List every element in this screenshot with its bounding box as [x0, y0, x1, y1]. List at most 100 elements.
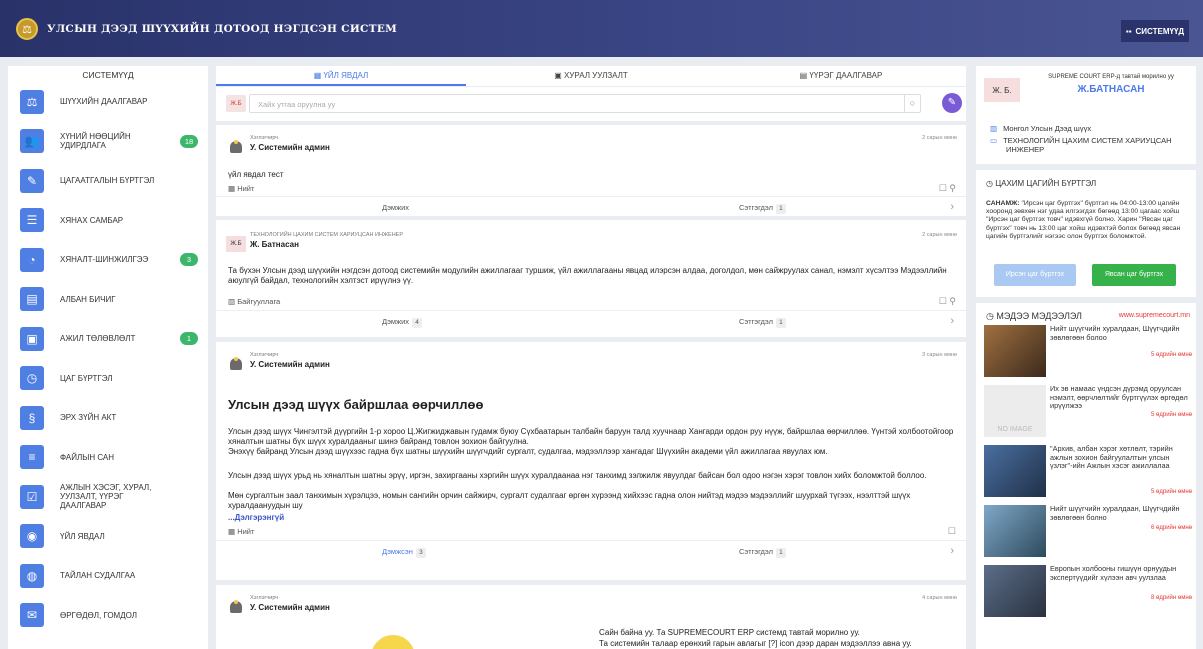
sidebar-item[interactable]: ✉ ӨРГӨДӨЛ, ГОМДОЛ	[8, 596, 208, 636]
table-icon: ▦	[228, 184, 236, 193]
sidebar-item[interactable]: ☑ АЖЛЫН ХЭСЭГ, ХУРАЛ, УУЛЗАЛТ, ҮҮРЭГ ДААЛ…	[8, 477, 208, 517]
search-input[interactable]: Хайх утгаа оруулна уу	[249, 94, 921, 113]
check-in-button[interactable]: Ирсэн цаг бүртгэх	[994, 264, 1076, 286]
profile-avatar: Ж. Б.	[984, 78, 1020, 102]
sidebar-item[interactable]: 👥 ХҮНИЙ НӨӨЦИЙН УДИРДЛАГА 18	[8, 122, 208, 162]
attendance-notice: САНАМЖ: "Ирсэн цаг бүртгэх" бүртгэл нь 0…	[986, 200, 1192, 241]
sidebar-item[interactable]: ▤ АЛБАН БИЧИГ	[8, 280, 208, 320]
chevron-right-icon[interactable]: ›	[950, 545, 954, 557]
like-button[interactable]: Дэмжсэн 3	[382, 547, 426, 558]
edit-icon[interactable]: ☐	[939, 296, 947, 306]
app-title: УЛСЫН ДЭЭД ШҮҮХИЙН ДОТООД НЭГДСЭН СИСТЕМ	[47, 23, 398, 35]
news-item-time: 5 өдрийн өмнө	[1151, 352, 1192, 358]
like-label: Дэмжих	[382, 203, 410, 212]
sidebar-item-label: АЖИЛ ТӨЛӨВЛӨЛТ	[60, 334, 136, 344]
clock-icon: ◷	[986, 311, 997, 321]
profile-name: Ж.БАТНАСАН	[1077, 84, 1145, 95]
like-button[interactable]: Дэмжих 4	[382, 317, 423, 328]
sidebar-item[interactable]: § ЭРХ ЗҮЙН АКТ	[8, 398, 208, 438]
post-heading: Улсын дээд шүүх байршлаа өөрчиллөө	[228, 397, 484, 412]
post-audience-label: Нийт	[237, 184, 255, 193]
chevron-right-icon[interactable]: ›	[950, 201, 954, 213]
profile-org-label: Монгол Улсын Дээд шүүх	[1003, 124, 1092, 133]
news-item[interactable]: Нийт шүүгчийн хуралдаан, Шүүгчдийн зөвлө…	[984, 504, 1192, 560]
sidebar-item-label: ТАЙЛАН СУДАЛГАА	[60, 571, 136, 581]
sidebar-item-label: ӨРГӨДӨЛ, ГОМДОЛ	[60, 610, 138, 620]
attendance-title-label: ЦАХИМ ЦАГИЙН БҮРТГЭЛ	[995, 179, 1097, 188]
welcome-line: Та системийн талаар ерөнхий гарын авлагы…	[599, 639, 912, 648]
sidebar-item[interactable]: ◔ ХЯНАЛТ-ШИНЖИЛГЭЭ 3	[8, 240, 208, 280]
sidebar-item-label: ШҮҮХИЙН ДААЛГАВАР	[60, 97, 148, 107]
news-item[interactable]: Нийт шүүгчийн хуралдаан, Шүүгчдийн зөвлө…	[984, 324, 1192, 380]
sidebar-item[interactable]: ☰ ХЯНАХ САМБАР	[8, 201, 208, 241]
sidebar-item[interactable]: ◍ ТАЙЛАН СУДАЛГАА	[8, 556, 208, 596]
like-button[interactable]: Дэмжих	[382, 203, 409, 212]
edit-icon[interactable]: ☐	[948, 526, 956, 536]
sidebar-item-label: ЦАГААТГАЛЫН БҮРТГЭЛ	[60, 176, 155, 186]
notice-label: САНАМЖ:	[986, 200, 1020, 207]
sidebar-item[interactable]: ≡ ФАЙЛЫН САН	[8, 438, 208, 478]
pin-icon[interactable]: ⚲	[949, 183, 956, 193]
comment-count: 1	[775, 318, 786, 328]
chevron-right-icon[interactable]: ›	[950, 315, 954, 327]
notification-badge: 18	[180, 134, 198, 148]
sidebar-item-label: ФАЙЛЫН САН	[60, 452, 115, 462]
tab-meetings-label: ХУРАЛ УУЛЗАЛТ	[563, 71, 628, 80]
new-post-pencil-icon[interactable]: ✎	[942, 93, 962, 113]
news-item-time: 5 өдрийн өмнө	[1151, 412, 1192, 418]
post-actions[interactable]: ☐	[948, 526, 956, 537]
comment-button[interactable]: Сэтгэгдэл 1	[739, 547, 786, 558]
welcome-line: Сайн байна уу. Та SUPREMECOURT ERP систе…	[599, 628, 860, 637]
sidebar-item[interactable]: ⚖ ШҮҮХИЙН ДААЛГАВАР	[8, 82, 208, 122]
author-avatar	[226, 137, 246, 153]
tab-events[interactable]: ▦ ҮЙЛ ЯВДАЛ	[216, 66, 466, 86]
sidebar-item[interactable]: ▣ АЖИЛ ТӨЛӨВЛӨЛТ 1	[8, 319, 208, 359]
like-label: Дэмжсэн	[382, 547, 413, 556]
sidebar-item[interactable]: ✎ ЦАГААТГАЛЫН БҮРТГЭЛ	[8, 161, 208, 201]
monitoring-icon: ◔	[20, 247, 44, 272]
news-item-title: Нийт шүүгчийн хуралдаан, Шүүгчдийн зөвлө…	[1050, 324, 1180, 342]
post-text: Та бүхэн Улсын дээд шүүхийн нэгдсэн дото…	[228, 266, 947, 285]
read-more-link[interactable]: ...Дэлгэрэнгүй	[228, 513, 284, 523]
post-time: 2 сарын өмнө	[922, 135, 957, 141]
building-icon: ▥	[228, 297, 236, 306]
sidebar-item-label: ХҮНИЙ НӨӨЦИЙН УДИРДЛАГА	[60, 132, 131, 151]
sidebar-item[interactable]: ◉ ҮЙЛ ЯВДАЛ	[8, 517, 208, 557]
comment-button[interactable]: Сэтгэгдэл 1	[739, 203, 786, 214]
people-icon: 👥	[20, 129, 44, 154]
news-item[interactable]: NO IMAGE Их эв намаас үндсэн дүрэмд оруу…	[984, 384, 1192, 440]
check-out-button[interactable]: Явсан цаг бүртгэх	[1092, 264, 1176, 286]
news-title: ◷ МЭДЭЭ МЭДЭЭЛЭЛ	[986, 311, 1082, 322]
post-actions[interactable]: ☐ ⚲	[939, 183, 956, 194]
comment-button[interactable]: Сэтгэгдэл 1	[739, 317, 786, 328]
news-item[interactable]: "Архив, албан хэрэг хөтлөлт, тэрийн ажлы…	[984, 444, 1192, 500]
author-name: У. Системийн админ	[250, 603, 330, 612]
news-card: ◷ МЭДЭЭ МЭДЭЭЛЭЛ www.supremecourt.mn Ний…	[976, 303, 1196, 649]
post-card: Хэглэгчирч У. Системийн админ 2 сарын өм…	[216, 125, 966, 216]
tab-tasks[interactable]: ▤ ҮҮРЭГ ДААЛГАВАР	[716, 66, 966, 86]
systems-button-label: СИСТЕМҮҮД	[1135, 26, 1185, 36]
notification-badge: 3	[180, 253, 198, 267]
sidebar-item-label: АЛБАН БИЧИГ	[60, 294, 116, 304]
sidebar-item-label: ХЯНАХ САМБАР	[60, 215, 124, 225]
comment-label: Сэтгэгдэл	[739, 317, 773, 326]
news-item[interactable]: Европын холбооны гишүүн орнуудын эксперт…	[984, 564, 1192, 620]
complaint-icon: ✉	[20, 603, 44, 628]
task-icon: ▤	[799, 71, 810, 80]
tab-tasks-label: ҮҮРЭГ ДААЛГАВАР	[809, 71, 883, 80]
pin-icon[interactable]: ⚲	[949, 296, 956, 306]
post-search-bar: Ж.Б Хайх утгаа оруулна уу ○ ✎	[216, 87, 966, 121]
edit-icon[interactable]: ☐	[939, 183, 947, 193]
news-site-link[interactable]: www.supremecourt.mn	[1119, 312, 1190, 319]
post-actions[interactable]: ☐ ⚲	[939, 296, 956, 307]
like-label: Дэмжих	[382, 317, 410, 326]
author-role: ТЕХНОЛОГИЙН ЦАХИМ СИСТЕМ ХАРИУЦСАН ИНЖЕН…	[250, 232, 403, 238]
systems-button[interactable]: ▪▪ СИСТЕМҮҮД	[1121, 20, 1189, 42]
edit-doc-icon: ✎	[20, 168, 44, 193]
sidebar-item-label: АЖЛЫН ХЭСЭГ, ХУРАЛ, УУЛЗАЛТ, ҮҮРЭГ ДААЛГ…	[60, 483, 152, 511]
news-title-label: МЭДЭЭ МЭДЭЭЛЭЛ	[996, 311, 1082, 321]
tab-meetings[interactable]: ▣ ХУРАЛ УУЛЗАЛТ	[466, 66, 716, 86]
sidebar-item[interactable]: ◷ ЦАГ БҮРТГЭЛ	[8, 359, 208, 399]
news-item-title: Европын холбооны гишүүн орнуудын эксперт…	[1050, 564, 1177, 582]
search-icon[interactable]: ○	[904, 95, 920, 112]
